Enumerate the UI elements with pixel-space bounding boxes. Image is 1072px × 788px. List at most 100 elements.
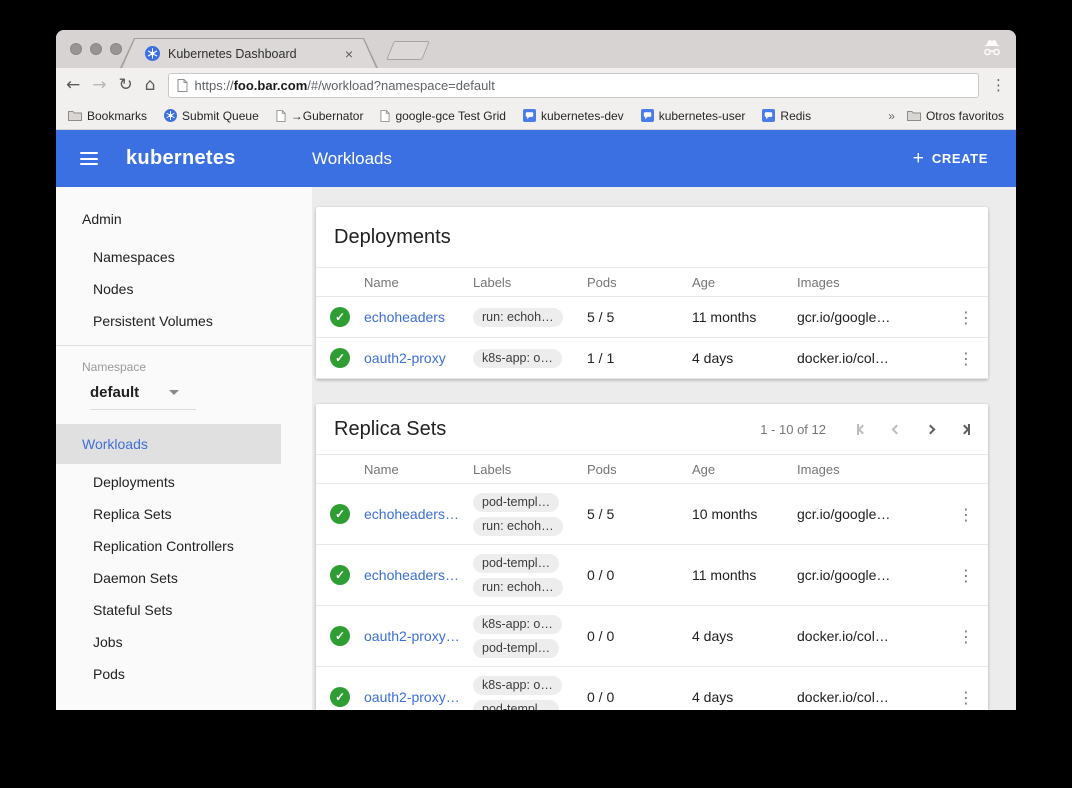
page-icon [177, 79, 188, 92]
pods-cell: 1 / 1 [587, 350, 692, 366]
home-button[interactable]: ⌂ [145, 77, 156, 94]
replica-sets-card: Replica Sets 1 - 10 of 12 Name Labels Po… [316, 404, 988, 710]
status-ok-icon: ✓ [330, 626, 350, 646]
bookmark-label: google-gce Test Grid [395, 109, 506, 123]
bookmark-label: Bookmarks [87, 109, 147, 123]
chat-icon [641, 109, 654, 122]
sidebar-item-workloads[interactable]: Workloads [56, 424, 281, 464]
url-path: /#/workload?namespace=default [307, 78, 495, 93]
deployments-card: Deployments Name Labels Pods Age Images … [316, 207, 988, 379]
browser-toolbar: ← → ↻ ⌂ https://foo.bar.com/#/workload?n… [56, 68, 1016, 102]
bookmark-folder-bookmarks[interactable]: Bookmarks [68, 109, 147, 123]
row-menu-icon[interactable]: ⋮ [958, 627, 974, 646]
table-row: ✓ oauth2-proxy… k8s-app: o… pod-templ… 0… [316, 667, 988, 710]
next-page-button[interactable] [927, 426, 934, 433]
label-chip: k8s-app: o… [473, 676, 562, 695]
sidebar-item-deployments[interactable]: Deployments [56, 466, 312, 498]
last-page-button[interactable] [961, 424, 970, 435]
pods-cell: 5 / 5 [587, 309, 692, 325]
resource-link[interactable]: oauth2-proxy… [364, 628, 473, 644]
sidebar-item-replication-controllers[interactable]: Replication Controllers [56, 530, 312, 562]
resource-link[interactable]: echoheaders… [364, 567, 473, 583]
bookmarks-bar: Bookmarks Submit Queue →Gubernator googl… [56, 102, 1016, 130]
age-cell: 4 days [692, 350, 797, 366]
sidebar-divider [56, 345, 312, 346]
age-cell: 10 months [692, 506, 797, 522]
bookmark-submit-queue[interactable]: Submit Queue [164, 109, 259, 123]
deployments-card-title: Deployments [334, 226, 451, 249]
resource-link[interactable]: echoheaders [364, 309, 473, 325]
namespace-select[interactable]: default [90, 384, 196, 410]
browser-tab[interactable]: Kubernetes Dashboard × [120, 38, 378, 68]
folder-icon [907, 110, 921, 121]
first-page-button[interactable] [857, 424, 866, 435]
status-ok-icon: ✓ [330, 504, 350, 524]
table-row: ✓ echoheaders… pod-templ… run: echoh… 5 … [316, 484, 988, 545]
previous-page-button[interactable] [893, 426, 900, 433]
label-chip: pod-templ… [473, 700, 559, 711]
column-pods: Pods [587, 275, 692, 290]
images-cell: docker.io/col… [797, 689, 944, 705]
bookmark-kubernetes-dev[interactable]: kubernetes-dev [523, 109, 624, 123]
sidebar-item-replica-sets[interactable]: Replica Sets [56, 498, 312, 530]
label-chip: run: echoh… [473, 578, 563, 597]
url-bar[interactable]: https://foo.bar.com/#/workload?namespace… [168, 73, 979, 98]
kubernetes-logo: kubernetes [126, 147, 236, 170]
create-button-label: CREATE [932, 151, 988, 166]
close-window-button[interactable] [70, 43, 82, 55]
browser-menu-icon[interactable]: ⋮ [991, 76, 1006, 94]
sidebar-item-jobs[interactable]: Jobs [56, 626, 312, 658]
bookmark-kubernetes-user[interactable]: kubernetes-user [641, 109, 746, 123]
new-tab-button[interactable] [386, 41, 430, 60]
sidebar-item-pods[interactable]: Pods [56, 658, 312, 690]
screen-background: Kubernetes Dashboard × ← → ↻ ⌂ https://f… [0, 0, 1072, 788]
table-row: ✓ oauth2-proxy k8s-app: o… 1 / 1 4 days … [316, 338, 988, 379]
sidebar-item-stateful-sets[interactable]: Stateful Sets [56, 594, 312, 626]
create-button[interactable]: + CREATE [913, 149, 988, 168]
hamburger-menu-icon[interactable] [80, 152, 98, 165]
titlebar: Kubernetes Dashboard × [56, 30, 1016, 68]
namespace-label: Namespace [82, 360, 312, 374]
url-domain: foo.bar.com [234, 78, 308, 93]
column-name: Name [364, 462, 473, 477]
status-ok-icon: ✓ [330, 687, 350, 707]
bookmark-label: Submit Queue [182, 109, 259, 123]
age-cell: 4 days [692, 689, 797, 705]
label-chip: k8s-app: o… [473, 615, 562, 634]
bookmark-redis[interactable]: Redis [762, 109, 811, 123]
resource-link[interactable]: oauth2-proxy… [364, 689, 473, 705]
bookmark-gubernator[interactable]: →Gubernator [276, 109, 364, 123]
status-ok-icon: ✓ [330, 307, 350, 327]
row-menu-icon[interactable]: ⋮ [958, 505, 974, 524]
sidebar-item-persistent-volumes[interactable]: Persistent Volumes [56, 305, 312, 337]
fullscreen-window-button[interactable] [110, 43, 122, 55]
bookmark-google-gce-test-grid[interactable]: google-gce Test Grid [380, 109, 506, 123]
forward-button[interactable]: → [92, 77, 106, 94]
bookmark-label: Redis [780, 109, 811, 123]
deployments-table-header: Name Labels Pods Age Images [316, 267, 988, 297]
sidebar-item-daemon-sets[interactable]: Daemon Sets [56, 562, 312, 594]
resource-link[interactable]: echoheaders… [364, 506, 473, 522]
sidebar-item-nodes[interactable]: Nodes [56, 273, 312, 305]
sidebar-item-namespaces[interactable]: Namespaces [56, 241, 312, 273]
label-chip: pod-templ… [473, 493, 559, 512]
resource-link[interactable]: oauth2-proxy [364, 350, 473, 366]
row-menu-icon[interactable]: ⋮ [958, 688, 974, 707]
tab-close-icon[interactable]: × [345, 47, 353, 61]
row-menu-icon[interactable]: ⋮ [958, 308, 974, 327]
label-chip: k8s-app: o… [473, 349, 562, 368]
bookmarks-overflow-chevron[interactable]: » [888, 109, 895, 123]
row-menu-icon[interactable]: ⋮ [958, 349, 974, 368]
minimize-window-button[interactable] [90, 43, 102, 55]
bookmark-label: kubernetes-user [659, 109, 746, 123]
label-chip: run: echoh… [473, 517, 563, 536]
bookmark-folder-otros-favoritos[interactable]: Otros favoritos [907, 109, 1004, 123]
column-age: Age [692, 275, 797, 290]
app-body: Admin Namespaces Nodes Persistent Volume… [56, 187, 1016, 710]
reload-button[interactable]: ↻ [119, 77, 133, 94]
sidebar-item-admin[interactable]: Admin [56, 203, 312, 235]
row-menu-icon[interactable]: ⋮ [958, 566, 974, 585]
pods-cell: 0 / 0 [587, 689, 692, 705]
back-button[interactable]: ← [66, 77, 80, 94]
chat-icon [523, 109, 536, 122]
